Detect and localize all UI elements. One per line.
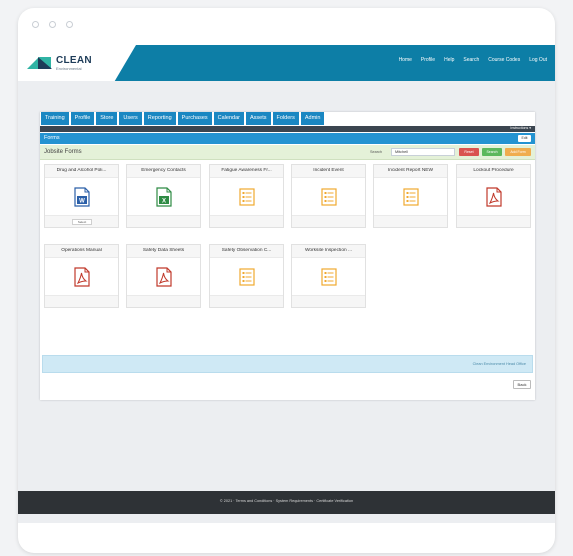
nav-course-codes[interactable]: Course Codes <box>488 57 520 63</box>
top-nav: Home Profile Help Search Course Codes Lo… <box>399 57 547 63</box>
form-card[interactable]: Emergency Contacts X <box>126 164 201 228</box>
form-card-iconbox <box>292 177 365 216</box>
nav-profile[interactable]: Profile <box>421 57 435 63</box>
footer: © 2021 · Terms and Conditions · System R… <box>18 491 555 514</box>
form-list-icon <box>321 188 337 206</box>
select-button[interactable]: Select <box>72 219 92 225</box>
excel-doc-icon: X <box>156 187 172 207</box>
section-header: Forms Edit <box>40 133 535 144</box>
form-card[interactable]: Safety Observation C... <box>209 244 284 308</box>
info-bar: Clean Environment Head Office <box>42 355 533 373</box>
page-title: Jobsite Forms <box>44 149 82 155</box>
reset-button[interactable]: Reset <box>459 148 479 156</box>
word-doc-icon: W <box>74 187 90 207</box>
form-card-title: Drug and Alcohol Poli... <box>56 168 107 173</box>
tab-admin[interactable]: Admin <box>300 112 325 125</box>
pdf-doc-icon <box>156 267 172 287</box>
word-badge: W <box>79 199 85 205</box>
tab-training[interactable]: Training <box>41 112 69 125</box>
subheader-bar: Jobsite Forms Search Mitchell Reset Sear… <box>40 145 535 160</box>
nav-log-out[interactable]: Log Out <box>529 57 547 63</box>
form-card[interactable]: Operations Manual <box>44 244 119 308</box>
form-card-iconbox <box>45 257 118 296</box>
tab-users[interactable]: Users <box>119 112 142 125</box>
window-dot[interactable] <box>32 21 39 28</box>
pdf-doc-icon <box>74 267 90 287</box>
form-card-iconbox <box>210 257 283 296</box>
window-dot[interactable] <box>66 21 73 28</box>
form-card-title: Fatigue Awareness Fr... <box>221 168 272 173</box>
form-card-title: Safety Observation C... <box>221 248 272 253</box>
logo-text: CLEAN <box>56 55 92 66</box>
pdf-doc-icon <box>486 187 502 207</box>
form-card-iconbox: X <box>127 177 200 216</box>
form-list-icon <box>239 188 255 206</box>
form-card-iconbox <box>292 257 365 296</box>
form-card[interactable]: Worksite Inspection ... <box>291 244 366 308</box>
section-title: Forms <box>44 135 60 141</box>
search-label: Search <box>370 150 383 154</box>
tab-reporting[interactable]: Reporting <box>143 112 176 125</box>
window-dot[interactable] <box>49 21 56 28</box>
form-card[interactable]: Incident Event <box>291 164 366 228</box>
form-card-title: Lockout Procedure <box>473 168 514 173</box>
tab-assets[interactable]: Assets <box>245 112 271 125</box>
form-card-iconbox: W <box>45 177 118 216</box>
logo-subtext: Environmental <box>56 66 82 71</box>
form-card-title: Safety Data Sheets <box>142 248 185 253</box>
search-input[interactable]: Mitchell <box>391 148 455 156</box>
form-list-icon <box>321 268 337 286</box>
search-button[interactable]: Search <box>482 148 502 156</box>
logo[interactable]: CLEAN Environmental <box>18 45 136 81</box>
top-bar: CLEAN Environmental Home Profile Help Se… <box>18 45 555 81</box>
tab-calendar[interactable]: Calendar <box>213 112 244 125</box>
form-card-title: Worksite Inspection ... <box>304 248 353 253</box>
tab-folders[interactable]: Folders <box>272 112 299 125</box>
form-card-iconbox <box>127 257 200 296</box>
instructions-bar: Instructions ▾ <box>40 126 535 132</box>
form-card[interactable]: Lockout Procedure <box>456 164 531 228</box>
edit-button[interactable]: Edit <box>518 135 531 142</box>
form-card[interactable]: Incident Report NEW <box>373 164 448 228</box>
form-card[interactable]: Fatigue Awareness Fr... <box>209 164 284 228</box>
nav-help[interactable]: Help <box>444 57 454 63</box>
form-list-icon <box>403 188 419 206</box>
tab-purchases[interactable]: Purchases <box>177 112 212 125</box>
form-card[interactable]: Safety Data Sheets <box>126 244 201 308</box>
form-card-iconbox <box>374 177 447 216</box>
form-card-title: Operations Manual <box>61 248 102 253</box>
form-card-title: Incident Event <box>313 168 344 173</box>
instructions-toggle[interactable]: Instructions ▾ <box>510 126 531 130</box>
main-tabs: Training Profile Store Users Reporting P… <box>41 112 325 125</box>
add-form-button[interactable]: Add Form <box>505 148 531 156</box>
nav-home[interactable]: Home <box>399 57 412 63</box>
form-list-icon <box>239 268 255 286</box>
office-link[interactable]: Clean Environment Head Office <box>473 362 526 366</box>
form-card-iconbox <box>210 177 283 216</box>
back-button[interactable]: Back <box>513 380 531 389</box>
form-card-iconbox <box>457 177 530 216</box>
form-card-title: Emergency Contacts <box>141 168 186 173</box>
tab-profile[interactable]: Profile <box>70 112 95 125</box>
form-card-title: Incident Report NEW <box>387 168 434 173</box>
app-screen: CLEAN Environmental Home Profile Help Se… <box>18 45 555 523</box>
form-card[interactable]: Drug and Alcohol Poli... W Select <box>44 164 119 228</box>
excel-badge: X <box>162 199 166 205</box>
window-controls <box>32 21 73 28</box>
browser-window: CLEAN Environmental Home Profile Help Se… <box>18 8 555 553</box>
forms-panel: Training Profile Store Users Reporting P… <box>40 112 535 400</box>
footer-links[interactable]: © 2021 · Terms and Conditions · System R… <box>18 499 555 503</box>
nav-search[interactable]: Search <box>463 57 479 63</box>
tab-store[interactable]: Store <box>96 112 118 125</box>
